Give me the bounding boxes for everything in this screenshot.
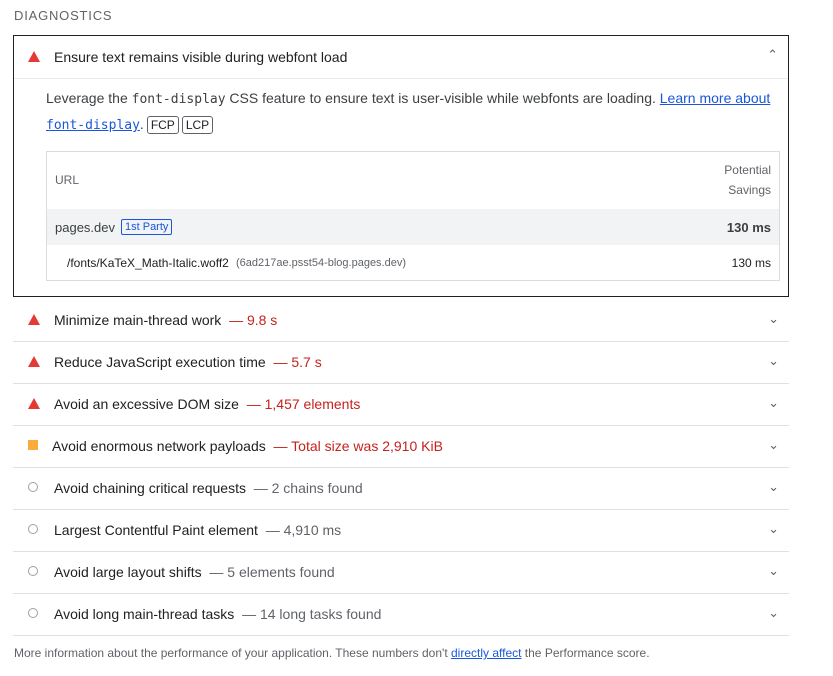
audit-title: Largest Contentful Paint element xyxy=(54,522,258,538)
party-savings-value: 130 ms xyxy=(726,220,771,235)
resource-host: (6ad217ae.psst54-blog.pages.dev) xyxy=(236,257,407,269)
audit-network-payloads[interactable]: Avoid enormous network payloads — Total … xyxy=(13,425,789,468)
audit-text: Largest Contentful Paint element — 4,910… xyxy=(54,522,341,538)
audit-display-value: — 5.7 s xyxy=(273,354,322,370)
chevron-down-icon[interactable]: ⌄ xyxy=(768,479,779,495)
audit-main-thread-work[interactable]: Minimize main-thread work — 9.8 s ⌄ xyxy=(13,299,789,342)
info-circle-icon xyxy=(28,524,38,534)
footer-note: More information about the performance o… xyxy=(14,646,650,660)
info-circle-icon xyxy=(28,608,38,618)
table-row: /fonts/KaTeX_Math-Italic.woff2 (6ad217ae… xyxy=(47,245,779,281)
metric-tag-lcp: LCP xyxy=(181,116,214,134)
first-party-badge: 1st Party xyxy=(121,219,173,235)
audit-title: Minimize main-thread work xyxy=(54,312,222,328)
party-url: pages.dev xyxy=(55,220,115,235)
audit-text: Avoid an excessive DOM size — 1,457 elem… xyxy=(54,396,360,412)
learn-more-link-code[interactable]: font-display xyxy=(46,118,140,133)
audit-critical-requests[interactable]: Avoid chaining critical requests — 2 cha… xyxy=(13,467,789,510)
footer-text: More information about the performance o… xyxy=(14,646,451,660)
savings-header-line2: Savings xyxy=(728,183,771,197)
table-row-party: pages.dev 1st Party 130 ms xyxy=(47,209,779,245)
chevron-down-icon[interactable]: ⌄ xyxy=(768,353,779,369)
info-circle-icon xyxy=(28,482,38,492)
chevron-down-icon[interactable]: ⌄ xyxy=(768,521,779,537)
audit-description: Leverage the font-display CSS feature to… xyxy=(46,86,776,138)
audit-title: Reduce JavaScript execution time xyxy=(54,354,266,370)
column-header-savings: Potential Savings xyxy=(724,160,771,200)
audit-webfont-expanded: Ensure text remains visible during webfo… xyxy=(13,35,789,297)
audit-display-value: — 5 elements found xyxy=(209,564,335,580)
code-font-display: font-display xyxy=(131,92,226,107)
chevron-up-icon[interactable]: ⌃ xyxy=(767,47,778,63)
fail-triangle-icon xyxy=(28,356,40,367)
audit-display-value: — 9.8 s xyxy=(229,312,278,328)
audit-title: Avoid large layout shifts xyxy=(54,564,202,580)
section-title: DIAGNOSTICS xyxy=(14,8,113,23)
audit-lcp-element[interactable]: Largest Contentful Paint element — 4,910… xyxy=(13,509,789,552)
description-text: Leverage the xyxy=(46,90,132,106)
audit-display-value: — 14 long tasks found xyxy=(242,606,382,622)
description-text-mid: CSS feature to ensure text is user-visib… xyxy=(225,90,660,106)
audit-title: Avoid an excessive DOM size xyxy=(54,396,239,412)
learn-more-link[interactable]: Learn more about xyxy=(660,90,771,106)
footer-text-after: the Performance score. xyxy=(521,646,650,660)
resource-savings-value: 130 ms xyxy=(731,256,771,270)
audit-text: Avoid long main-thread tasks — 14 long t… xyxy=(54,606,381,622)
fail-triangle-icon xyxy=(28,398,40,409)
audit-title: Avoid chaining critical requests xyxy=(54,480,246,496)
info-circle-icon xyxy=(28,566,38,576)
chevron-down-icon[interactable]: ⌄ xyxy=(768,563,779,579)
audit-dom-size[interactable]: Avoid an excessive DOM size — 1,457 elem… xyxy=(13,383,789,426)
audit-text: Avoid large layout shifts — 5 elements f… xyxy=(54,564,335,580)
audit-text: Avoid enormous network payloads — Total … xyxy=(52,438,443,454)
audit-display-value: — 4,910 ms xyxy=(265,522,342,538)
details-table: URL Potential Savings pages.dev 1st Part… xyxy=(46,151,780,281)
audit-title: Ensure text remains visible during webfo… xyxy=(54,49,348,65)
audit-long-tasks[interactable]: Avoid long main-thread tasks — 14 long t… xyxy=(13,593,789,636)
audit-layout-shifts[interactable]: Avoid large layout shifts — 5 elements f… xyxy=(13,551,789,594)
chevron-down-icon[interactable]: ⌄ xyxy=(768,395,779,411)
chevron-down-icon[interactable]: ⌄ xyxy=(768,605,779,621)
audit-js-execution[interactable]: Reduce JavaScript execution time — 5.7 s… xyxy=(13,341,789,384)
audit-display-value: — 1,457 elements xyxy=(246,396,361,412)
average-square-icon xyxy=(28,440,38,450)
chevron-down-icon[interactable]: ⌄ xyxy=(768,311,779,327)
directly-affect-link[interactable]: directly affect xyxy=(451,646,521,660)
savings-header-line1: Potential xyxy=(724,163,771,177)
chevron-down-icon[interactable]: ⌄ xyxy=(768,437,779,453)
resource-url[interactable]: /fonts/KaTeX_Math-Italic.woff2 xyxy=(67,256,229,270)
audit-display-value: — Total size was 2,910 KiB xyxy=(273,438,443,454)
audit-display-value: — 2 chains found xyxy=(253,480,363,496)
audit-text: Reduce JavaScript execution time — 5.7 s xyxy=(54,354,322,370)
audit-text: Minimize main-thread work — 9.8 s xyxy=(54,312,277,328)
description-period: . xyxy=(139,116,144,132)
audit-text: Avoid chaining critical requests — 2 cha… xyxy=(54,480,363,496)
fail-triangle-icon xyxy=(28,51,40,62)
audit-header[interactable]: Ensure text remains visible during webfo… xyxy=(14,36,788,79)
audit-title: Avoid enormous network payloads xyxy=(52,438,266,454)
column-header-url: URL xyxy=(55,173,80,187)
fail-triangle-icon xyxy=(28,314,40,325)
audit-title: Avoid long main-thread tasks xyxy=(54,606,235,622)
metric-tag-fcp: FCP xyxy=(146,116,179,134)
